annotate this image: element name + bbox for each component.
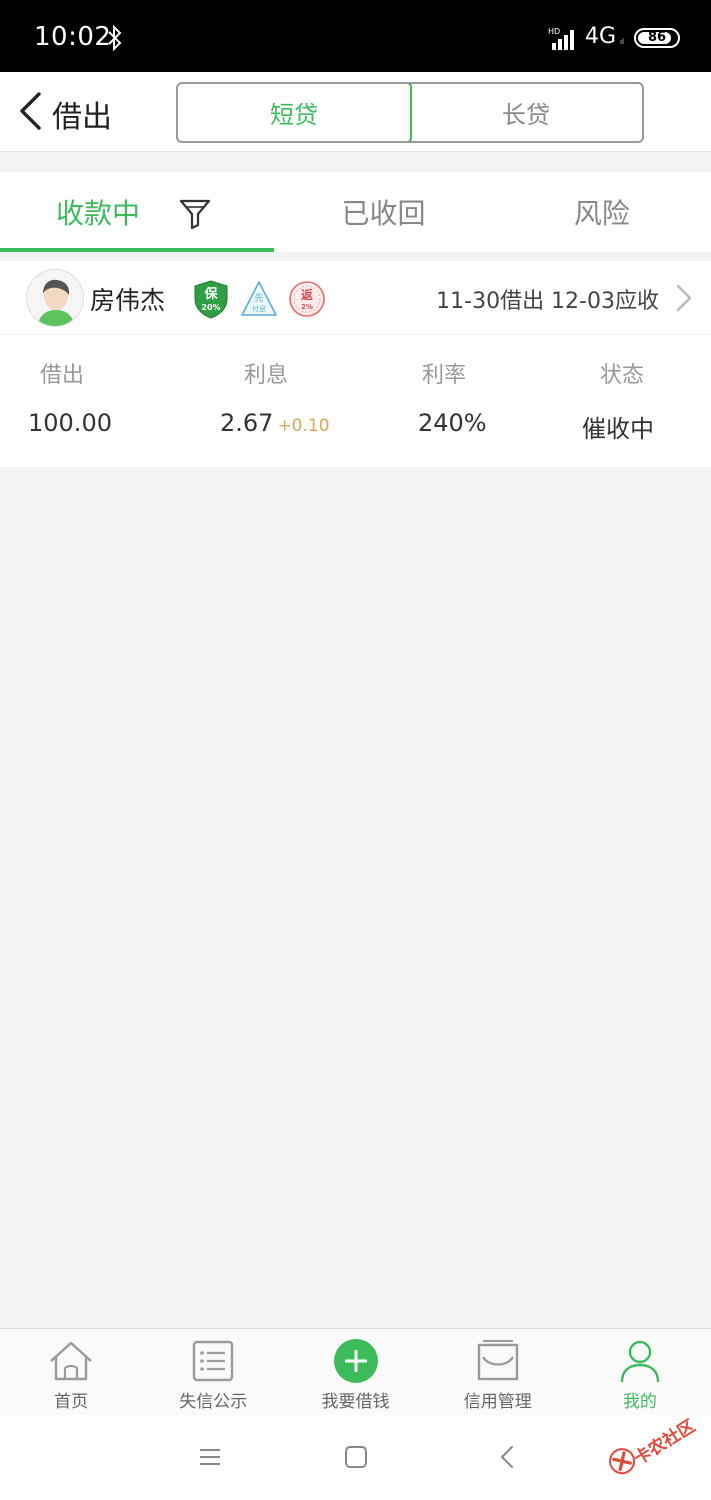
loan-dates: 11-30借出 12-03应收: [436, 289, 659, 314]
segment-short-loan[interactable]: 短贷: [178, 84, 412, 141]
loan-card[interactable]: 房伟杰 保 20% 先 付息 返 2% 11-30借出 12-03应收 借出 1…: [0, 261, 711, 467]
home-icon: [50, 1341, 92, 1381]
tab-collecting-label: 收款中: [56, 197, 141, 230]
rate-label: 利率: [422, 363, 467, 388]
bluetooth-icon: [108, 24, 122, 52]
status-column: 状态 催收中: [576, 357, 711, 444]
menu-icon[interactable]: [196, 1443, 224, 1471]
status-bar: 10:02 HD 4G ıl 86: [0, 0, 711, 72]
guarantee-badge-sub: 20%: [201, 303, 220, 312]
back-arrow-icon[interactable]: [494, 1443, 522, 1471]
interest-value-row: 2.67 +0.10: [204, 409, 384, 437]
rebate-badge-main: 返: [301, 287, 313, 302]
interest-column: 利息 2.67 +0.10: [204, 357, 384, 437]
rebate-badge-icon: 返 2%: [289, 281, 325, 317]
rate-value: 240%: [418, 409, 487, 437]
signal-icon: HD: [548, 27, 574, 50]
watermark-text: 卡农社区: [630, 1416, 699, 1470]
page-title: 借出: [52, 100, 112, 135]
battery-icon: 86: [634, 28, 680, 48]
avatar: [26, 269, 84, 327]
tab-risk[interactable]: 风险: [493, 172, 711, 252]
segment-long-loan[interactable]: 长贷: [410, 84, 642, 141]
nav-borrow-label: 我要借钱: [321, 1392, 390, 1412]
rate-column: 利率 240%: [404, 357, 584, 437]
back-button[interactable]: [12, 88, 52, 134]
interest-value: 2.67: [220, 409, 274, 437]
home-square-icon[interactable]: [342, 1443, 370, 1471]
prepaid-badge-sub: 付息: [252, 304, 266, 313]
prepaid-interest-badge-icon: 先 付息: [241, 281, 277, 316]
guarantee-badge-icon: 保 20%: [194, 280, 228, 319]
header: 借出 短贷 长贷: [0, 72, 711, 152]
nav-home[interactable]: 首页: [0, 1329, 142, 1415]
envelope-icon: [477, 1340, 518, 1381]
status-value: 催收中: [582, 415, 654, 443]
filter-icon[interactable]: [178, 196, 212, 230]
nav-borrow[interactable]: 我要借钱: [284, 1329, 426, 1415]
bottom-nav: 首页 失信公示 我要借钱 信用管理 我的: [0, 1328, 711, 1415]
user-icon: [620, 1340, 660, 1383]
plus-circle-icon: [333, 1339, 378, 1383]
status-time: 10:02: [34, 22, 112, 52]
nav-home-label: 首页: [54, 1392, 89, 1412]
nav-blacklist[interactable]: 失信公示: [142, 1329, 284, 1415]
chevron-right-icon[interactable]: [675, 283, 693, 313]
avatar-person-icon: [27, 270, 83, 326]
network-type: 4G: [585, 24, 617, 49]
prepaid-badge-main: 先: [254, 292, 263, 304]
loan-amount-column: 借出 100.00: [0, 357, 180, 437]
battery-level: 86: [647, 30, 667, 45]
guarantee-badge-main: 保: [203, 286, 218, 302]
loan-term-switch: 短贷 长贷: [176, 82, 644, 143]
loan-amount-label: 借出: [40, 363, 85, 388]
signal-hd-label: HD: [548, 27, 560, 36]
interest-label: 利息: [244, 363, 289, 388]
rebate-badge-sub: 2%: [301, 303, 313, 311]
loan-card-header: 房伟杰 保 20% 先 付息 返 2% 11-30借出 12-03应收: [0, 261, 711, 335]
tab-collecting[interactable]: 收款中: [0, 172, 275, 252]
interest-extra: +0.10: [277, 416, 330, 436]
nav-credit[interactable]: 信用管理: [427, 1329, 569, 1415]
list-icon: [193, 1340, 234, 1382]
loan-amount-value: 100.00: [28, 409, 112, 437]
nav-credit-label: 信用管理: [463, 1392, 532, 1412]
status-label: 状态: [600, 363, 645, 388]
status-tabs: 收款中 已收回 风险: [0, 172, 711, 252]
borrower-name: 房伟杰: [90, 286, 166, 315]
nav-blacklist-label: 失信公示: [179, 1392, 248, 1412]
tab-collected[interactable]: 已收回: [274, 172, 492, 252]
network-activity: ıl: [620, 38, 624, 46]
